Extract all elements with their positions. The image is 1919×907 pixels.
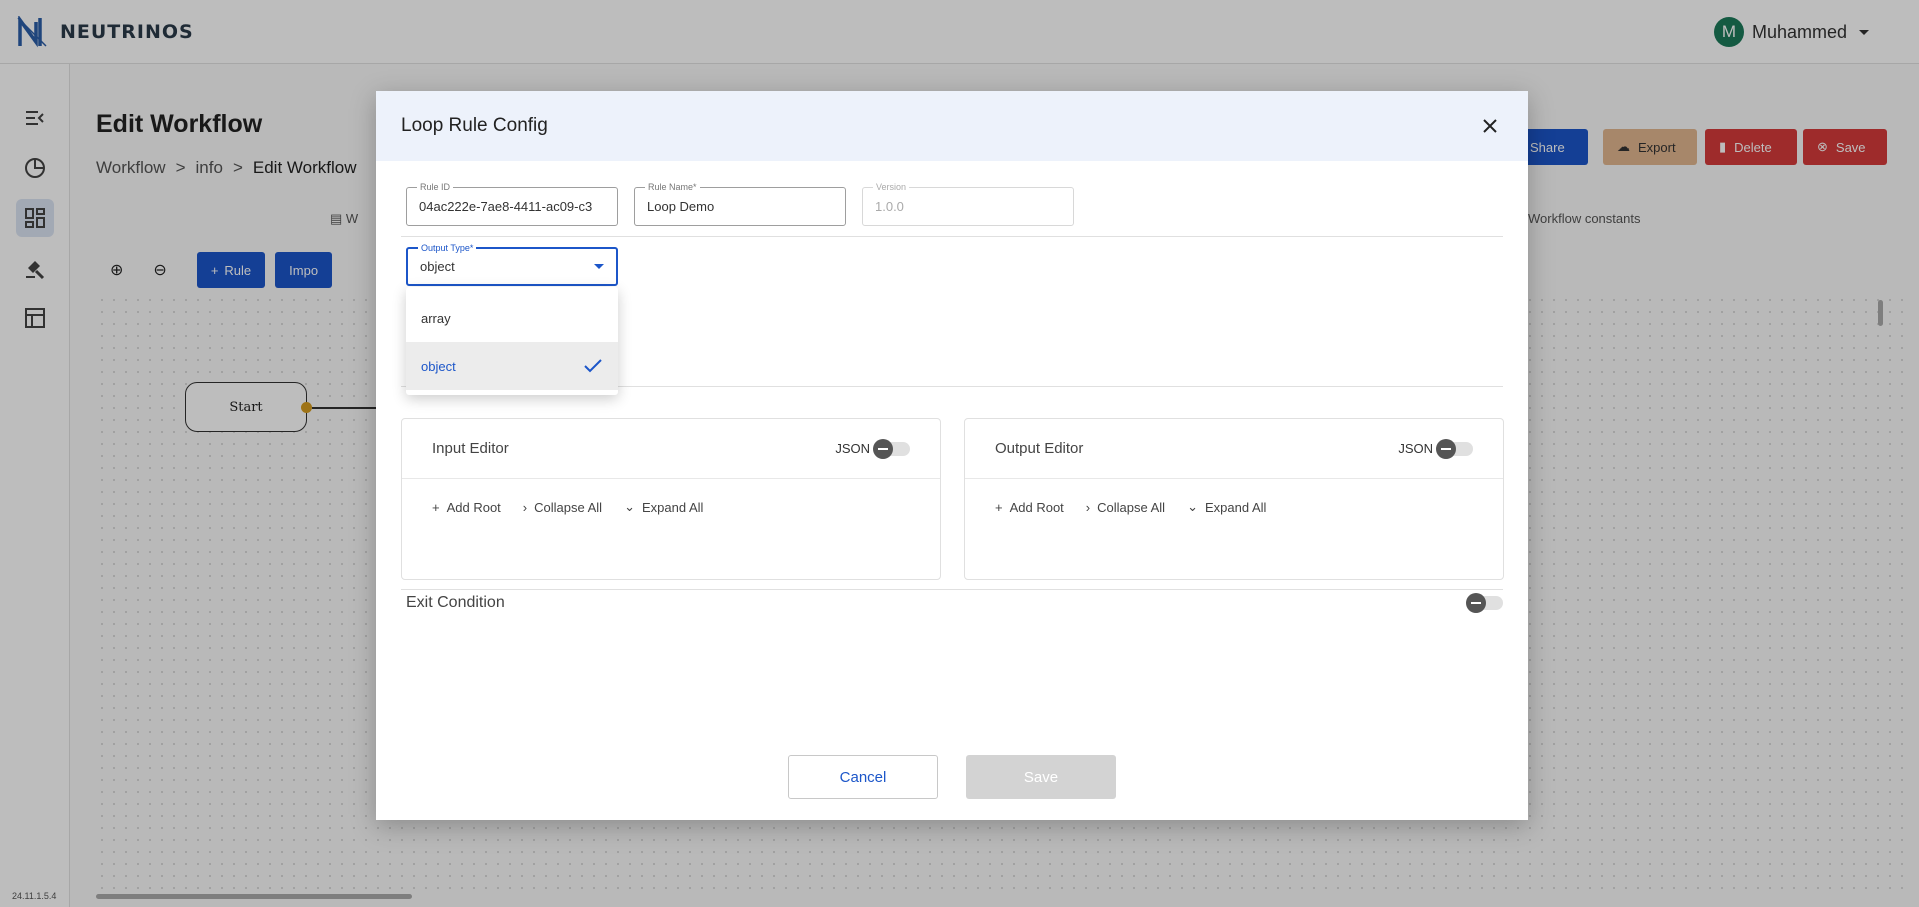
input-json-toggle[interactable]: JSON bbox=[835, 438, 910, 459]
close-button[interactable] bbox=[1477, 113, 1503, 139]
version-value: 1.0.0 bbox=[875, 199, 904, 214]
collapse-all-label: Collapse All bbox=[534, 499, 603, 515]
expand-all-button[interactable]: ⌄ Expand All bbox=[624, 499, 703, 515]
dialog-header: Loop Rule Config bbox=[376, 91, 1528, 161]
option-array[interactable]: array bbox=[406, 294, 618, 342]
expand-all-label: Expand All bbox=[641, 499, 704, 515]
rule-id-value: 04ac222e-7ae8-4411-ac09-c3 bbox=[419, 199, 593, 214]
cancel-button[interactable]: Cancel bbox=[788, 755, 938, 799]
output-json-toggle[interactable]: JSON bbox=[1398, 438, 1473, 459]
exit-condition-toggle[interactable] bbox=[1466, 593, 1503, 613]
version-label: Version bbox=[873, 181, 910, 193]
option-object[interactable]: object bbox=[406, 342, 618, 390]
exit-condition-title: Exit Condition bbox=[406, 594, 505, 611]
output-editor-header: Output Editor JSON bbox=[965, 419, 1503, 479]
check-icon bbox=[584, 359, 602, 373]
option-label: array bbox=[421, 310, 451, 326]
loop-rule-config-dialog: Loop Rule Config Rule ID 04ac222e-7ae8-4… bbox=[376, 91, 1528, 820]
output-type-select[interactable]: Output Type* object bbox=[406, 242, 618, 286]
toggle-knob bbox=[873, 438, 893, 459]
rule-name-value: Loop Demo bbox=[647, 199, 715, 214]
toggle-knob bbox=[1466, 593, 1486, 613]
input-editor-title: Input Editor bbox=[432, 440, 509, 457]
chevron-down-icon: ⌄ bbox=[624, 499, 635, 514]
collapse-all-button[interactable]: › Collapse All bbox=[1086, 500, 1165, 515]
plus-icon: + bbox=[432, 499, 440, 515]
output-editor-actions: + Add Root › Collapse All ⌄ Expand All bbox=[965, 479, 1503, 535]
toggle-knob bbox=[1436, 438, 1456, 459]
toggle-switch[interactable] bbox=[1436, 438, 1473, 459]
collapse-all-label: Collapse All bbox=[1097, 499, 1166, 515]
output-type-label: Output Type* bbox=[418, 242, 477, 254]
version-field: Version 1.0.0 bbox=[862, 181, 1074, 226]
dialog-title: Loop Rule Config bbox=[401, 115, 548, 136]
option-label: object bbox=[421, 358, 456, 374]
dropdown-arrow-icon bbox=[594, 264, 604, 269]
divider bbox=[401, 589, 1503, 590]
output-editor-title: Output Editor bbox=[995, 440, 1084, 457]
toggle-switch[interactable] bbox=[873, 438, 910, 459]
input-editor-actions: + Add Root › Collapse All ⌄ Expand All bbox=[402, 479, 940, 535]
expand-all-label: Expand All bbox=[1204, 499, 1267, 515]
add-root-button[interactable]: + Add Root bbox=[995, 500, 1064, 515]
plus-icon: + bbox=[995, 499, 1003, 515]
add-root-button[interactable]: + Add Root bbox=[432, 500, 501, 515]
output-editor: Output Editor JSON + Add Root › Collapse A… bbox=[964, 418, 1504, 580]
output-type-dropdown: array object bbox=[406, 287, 618, 395]
rule-name-label: Rule Name* bbox=[645, 181, 700, 193]
rule-name-field[interactable]: Rule Name* Loop Demo bbox=[634, 181, 846, 226]
rule-id-label: Rule ID bbox=[417, 181, 454, 193]
rule-id-field[interactable]: Rule ID 04ac222e-7ae8-4411-ac09-c3 bbox=[406, 181, 618, 226]
expand-all-button[interactable]: ⌄ Expand All bbox=[1187, 499, 1266, 515]
add-root-label: Add Root bbox=[446, 499, 501, 515]
input-editor: Input Editor JSON + Add Root › Collapse Al… bbox=[401, 418, 941, 580]
chevron-right-icon: › bbox=[1085, 499, 1091, 515]
save-button[interactable]: Save bbox=[966, 755, 1116, 799]
chevron-right-icon: › bbox=[522, 499, 528, 515]
add-root-label: Add Root bbox=[1009, 499, 1064, 515]
collapse-all-button[interactable]: › Collapse All bbox=[523, 500, 602, 515]
chevron-down-icon: ⌄ bbox=[1187, 499, 1198, 514]
divider bbox=[401, 236, 1503, 237]
json-label: JSON bbox=[1398, 441, 1433, 456]
input-editor-header: Input Editor JSON bbox=[402, 419, 940, 479]
json-label: JSON bbox=[835, 441, 870, 456]
output-type-value: object bbox=[420, 259, 455, 274]
exit-condition-row: Exit Condition bbox=[406, 593, 1503, 613]
close-icon bbox=[1483, 119, 1497, 133]
